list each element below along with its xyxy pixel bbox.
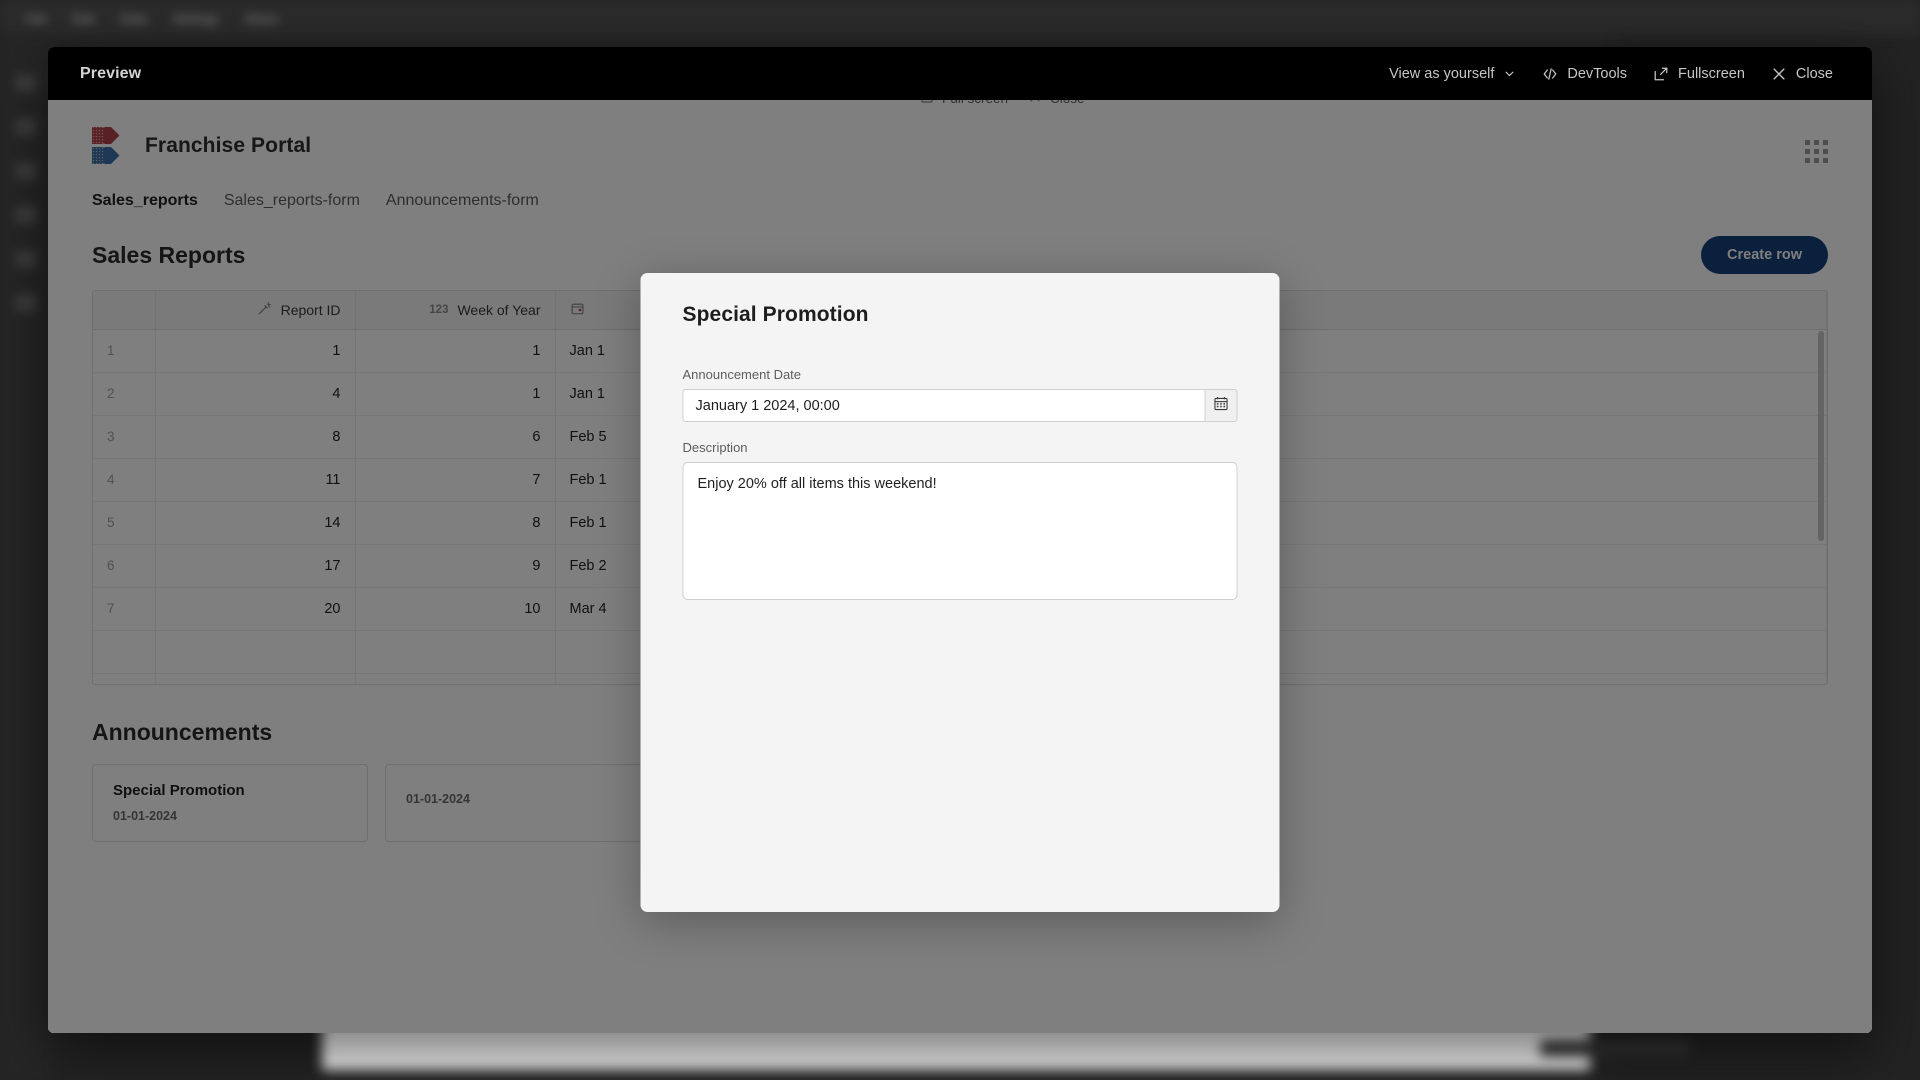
modal-title: Special Promotion — [682, 303, 869, 326]
fullscreen-button[interactable]: Fullscreen — [1640, 59, 1758, 89]
background-sidebar — [0, 38, 52, 1080]
preview-label: Preview — [80, 64, 142, 82]
announcement-date-field: Announcement Date — [682, 367, 1238, 422]
date-picker-button[interactable] — [1204, 389, 1238, 422]
description-field: Description — [682, 440, 1238, 605]
announcement-date-label: Announcement Date — [682, 367, 802, 382]
code-icon — [1542, 66, 1558, 82]
bg-menu-item: Data — [120, 12, 147, 26]
bg-sidebar-icon — [15, 206, 37, 224]
fullscreen-label: Fullscreen — [1678, 65, 1745, 82]
bg-menu-item: Edit — [72, 12, 95, 26]
description-label: Description — [682, 440, 748, 455]
bg-status-chip — [1540, 1040, 1690, 1056]
bg-menu-item: File — [26, 12, 47, 26]
background-topbar: File Edit Data Settings Share — [0, 0, 1920, 38]
app-viewport: Franchise Portal Full screen — [48, 100, 1872, 1033]
close-preview-button[interactable]: Close — [1758, 59, 1846, 89]
description-input[interactable] — [682, 462, 1238, 600]
bg-menu-item: Share — [244, 12, 279, 26]
chevron-down-icon — [1503, 67, 1516, 80]
external-link-icon — [1653, 66, 1669, 82]
preview-overlay: Preview View as yourself DevTools Fullsc… — [48, 47, 1872, 1033]
bg-sidebar-icon — [15, 250, 37, 268]
edit-announcement-modal: Special Promotion Announcement Date Janu… — [640, 273, 1280, 912]
devtools-button[interactable]: DevTools — [1529, 59, 1640, 89]
announcement-date-input[interactable] — [682, 389, 1205, 422]
close-icon — [1771, 66, 1787, 82]
bg-sidebar-icon — [15, 162, 37, 180]
bg-menu-item: Settings — [173, 12, 219, 26]
bg-sidebar-icon — [15, 74, 37, 92]
preview-toolbar: Preview View as yourself DevTools Fullsc… — [48, 47, 1872, 100]
calendar-icon — [1213, 395, 1230, 417]
view-as-yourself-dropdown[interactable]: View as yourself — [1376, 59, 1529, 89]
bg-sidebar-icon — [15, 294, 37, 312]
close-label: Close — [1795, 65, 1833, 82]
view-as-yourself-label: View as yourself — [1389, 65, 1495, 82]
bg-sidebar-icon — [15, 118, 37, 136]
devtools-label: DevTools — [1567, 65, 1628, 82]
